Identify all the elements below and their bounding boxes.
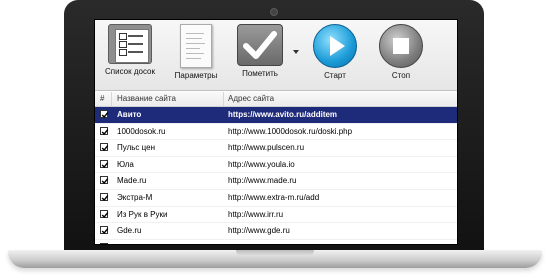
table-row[interactable]: Авито https://www.avito.ru/additem [95, 107, 457, 124]
site-name-cell: Пульс цен [117, 143, 155, 153]
row-checkbox[interactable] [100, 242, 108, 244]
table-header: # Название сайта Адрес сайта [95, 92, 457, 107]
mark-dropdown-icon[interactable] [293, 50, 299, 54]
table-row[interactable]: Пульс цен http://www.pulscen.ru [95, 140, 457, 157]
document-icon [180, 24, 212, 68]
site-name-cell: 1000dosok.ru [117, 126, 166, 136]
stop-icon [379, 24, 423, 68]
column-header-site-url[interactable]: Адрес сайта [228, 94, 274, 103]
row-checkbox[interactable] [100, 143, 109, 152]
site-url-cell: http://www.flagma.ru [228, 243, 300, 244]
column-header-number[interactable]: # [100, 94, 104, 103]
row-checkbox[interactable] [100, 110, 109, 119]
webcam-icon [270, 8, 278, 16]
table-row[interactable]: Made.ru http://www.made.ru [95, 173, 457, 190]
table-body: Авито https://www.avito.ru/additem 1000dos… [95, 107, 457, 244]
row-checkbox[interactable] [100, 126, 109, 135]
start-label: Старт [324, 71, 346, 80]
site-url-cell: https://www.avito.ru/additem [228, 110, 338, 119]
start-button[interactable]: Старт [311, 24, 359, 80]
site-name-cell: Флагма [117, 243, 145, 244]
parameters-label: Параметры [174, 71, 218, 80]
site-url-cell: http://www.youla.io [228, 159, 295, 169]
board-list-label: Список досок [105, 67, 155, 76]
table-row[interactable]: Из Рук в Руки http://www.irr.ru [95, 207, 457, 224]
site-name-cell: Made.ru [117, 176, 147, 186]
app-window: Список досок Параметры Пометить Старт Ст… [94, 19, 458, 245]
row-checkbox[interactable] [100, 159, 109, 168]
site-url-cell: http://www.extra-m.ru/add [228, 192, 320, 202]
row-checkbox[interactable] [100, 176, 109, 185]
column-header-site-name[interactable]: Название сайта [117, 94, 176, 103]
play-icon [313, 24, 357, 68]
checkmark-icon [237, 24, 283, 66]
stop-button[interactable]: Стоп [377, 24, 425, 80]
checklist-icon [108, 24, 152, 64]
parameters-button[interactable]: Параметры [169, 24, 223, 80]
site-url-cell: http://www.gde.ru [228, 226, 290, 236]
board-list-button[interactable]: Список досок [101, 24, 159, 76]
table-row[interactable]: Юла http://www.youla.io [95, 157, 457, 174]
table-row[interactable]: 1000dosok.ru http://www.1000dosok.ru/dosk… [95, 124, 457, 141]
row-checkbox[interactable] [100, 192, 109, 202]
site-url-cell: http://www.1000dosok.ru/doski.php [228, 126, 353, 136]
table-row[interactable]: Флагма http://www.flagma.ru [95, 240, 457, 244]
site-url-cell: http://www.pulscen.ru [228, 143, 305, 153]
toolbar: Список досок Параметры Пометить Старт Ст… [95, 20, 457, 91]
site-name-cell: Авито [117, 110, 142, 119]
site-url-cell: http://www.irr.ru [228, 209, 284, 219]
site-name-cell: Из Рук в Руки [117, 209, 168, 219]
mark-button[interactable]: Пометить [233, 24, 287, 78]
table-row[interactable]: Gde.ru http://www.gde.ru [95, 223, 457, 240]
site-url-cell: http://www.made.ru [228, 176, 297, 186]
site-name-cell: Экстра-М [117, 192, 153, 202]
mark-label: Пометить [242, 69, 278, 78]
laptop-notch [236, 250, 314, 256]
site-name-cell: Юла [117, 159, 134, 169]
site-name-cell: Gde.ru [117, 226, 142, 236]
stop-label: Стоп [391, 71, 411, 80]
sites-table: # Название сайта Адрес сайта Авито https:… [95, 92, 457, 244]
row-checkbox[interactable] [100, 209, 109, 218]
table-row[interactable]: Экстра-М http://www.extra-m.ru/add [95, 190, 457, 207]
row-checkbox[interactable] [100, 226, 109, 235]
